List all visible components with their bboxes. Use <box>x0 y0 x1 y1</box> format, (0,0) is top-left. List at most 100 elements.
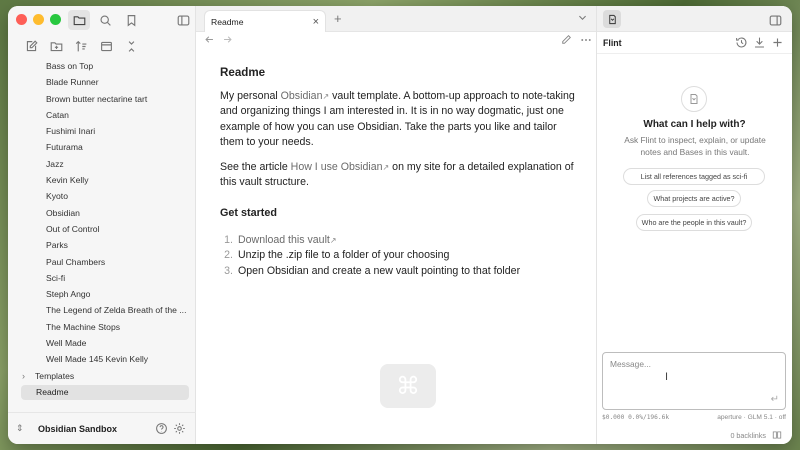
bookmark-icon <box>127 14 135 27</box>
plus-icon <box>772 38 782 47</box>
command-palette-button[interactable]: ⌘ <box>380 364 436 408</box>
more-options-icon[interactable] <box>580 34 592 49</box>
file-item[interactable]: Paul Chambers <box>8 254 196 270</box>
file-item[interactable]: The Legend of Zelda Breath of the ... <box>8 302 196 318</box>
flint-header: Flint <box>597 32 792 54</box>
file-item[interactable]: Blade Runner <box>8 74 196 90</box>
file-item[interactable]: Out of Control <box>8 221 196 237</box>
settings-button[interactable] <box>170 419 188 439</box>
toggle-left-sidebar-button[interactable] <box>172 10 194 30</box>
paragraph-article: See the article How I use Obsidian↗ on m… <box>220 160 576 191</box>
folder-templates[interactable]: › Templates <box>8 368 196 384</box>
list-text: Unzip the .zip file to a folder of your … <box>238 249 450 262</box>
new-note-button[interactable] <box>20 36 42 56</box>
steps-list: 1. Download this vault↗ 2. Unzip the .zi… <box>220 233 576 280</box>
auto-reveal-button[interactable] <box>95 36 117 56</box>
history-button[interactable] <box>732 33 750 53</box>
close-window-button[interactable] <box>16 14 27 25</box>
list-item: 2. Unzip the .zip file to a folder of yo… <box>220 248 576 264</box>
file-item[interactable]: Well Made 145 Kevin Kelly <box>8 351 196 367</box>
new-chat-button[interactable] <box>768 33 786 53</box>
left-sidebar: Bass on Top Blade Runner Brown butter ne… <box>8 6 196 444</box>
vault-footer: ⇕ Obsidian Sandbox <box>8 412 196 444</box>
list-item: 1. Download this vault↗ <box>220 233 576 249</box>
message-input[interactable]: Message... I ↵ <box>602 352 786 410</box>
vault-switcher-icon[interactable]: ⇕ <box>16 423 32 434</box>
flint-logo-icon <box>681 86 707 112</box>
sidebar-toggle-icon <box>769 14 781 26</box>
vault-name[interactable]: Obsidian Sandbox <box>32 424 152 434</box>
token-cost: $0.000 0.0%/196.6k <box>602 414 670 421</box>
editor-area: Readme × + Readme My personal Obsidian↗ … <box>196 6 596 444</box>
file-item[interactable]: Catan <box>8 107 196 123</box>
history-icon <box>735 37 746 48</box>
collapse-all-button[interactable] <box>120 36 142 56</box>
file-item[interactable]: Well Made <box>8 335 196 351</box>
sort-button[interactable] <box>70 36 92 56</box>
back-arrow-icon[interactable] <box>204 34 215 48</box>
zoom-window-button[interactable] <box>50 14 61 25</box>
obsidian-link[interactable]: Obsidian <box>281 90 323 102</box>
download-icon <box>754 37 764 48</box>
article-link[interactable]: How I use Obsidian <box>291 161 383 173</box>
backlinks-count[interactable]: 0 backlinks <box>730 431 766 440</box>
download-vault-link[interactable]: Download this vault <box>238 234 330 246</box>
right-sidebar: Flint What can I help with? Ask Flint to… <box>596 6 792 444</box>
edit-mode-icon[interactable] <box>561 34 572 48</box>
bookmarks-tab-button[interactable] <box>120 10 142 30</box>
file-item[interactable]: Steph Ango <box>8 286 196 302</box>
tab-bar: Readme × + <box>196 6 596 32</box>
help-button[interactable] <box>152 419 170 439</box>
file-item[interactable]: Obsidian <box>8 205 196 221</box>
external-link-icon: ↗ <box>329 235 337 245</box>
app-window: Bass on Top Blade Runner Brown butter ne… <box>8 6 792 444</box>
window-controls <box>16 14 61 25</box>
flint-tab-icon[interactable] <box>603 10 621 28</box>
file-item[interactable]: The Machine Stops <box>8 319 196 335</box>
new-tab-button[interactable]: + <box>334 11 342 26</box>
minimize-window-button[interactable] <box>33 14 44 25</box>
file-item[interactable]: Futurama <box>8 139 196 155</box>
tab-readme[interactable]: Readme × <box>204 10 326 32</box>
model-selector[interactable]: aperture · GLM 5.1 · off <box>717 414 786 421</box>
section-heading: Get started <box>220 206 277 219</box>
file-item[interactable]: Fushimi Inari <box>8 123 196 139</box>
download-button[interactable] <box>750 33 768 53</box>
chevron-down-icon[interactable] <box>577 12 588 26</box>
help-subtitle: Ask Flint to inspect, explain, or update… <box>624 135 766 157</box>
forward-arrow-icon[interactable] <box>222 34 233 48</box>
new-folder-button[interactable] <box>45 36 67 56</box>
list-text: Open Obsidian and create a new vault poi… <box>238 264 521 277</box>
new-note-icon <box>26 39 38 51</box>
file-item[interactable]: Bass on Top <box>8 58 196 74</box>
suggestion-chip[interactable]: List all references tagged as sci-fi <box>623 168 765 185</box>
right-tab-bar <box>597 6 792 32</box>
suggestion-chip[interactable]: Who are the people in this vault? <box>636 214 752 231</box>
file-item[interactable]: Kyoto <box>8 188 196 204</box>
sidebar-toggle-icon <box>177 14 189 26</box>
suggestion-chip[interactable]: What projects are active? <box>647 190 741 207</box>
status-line: $0.000 0.0%/196.6k aperture · GLM 5.1 · … <box>602 414 786 421</box>
new-folder-icon <box>50 41 62 51</box>
close-tab-icon[interactable]: × <box>313 16 319 28</box>
text-cursor-icon: I <box>665 371 669 383</box>
book-icon[interactable] <box>772 430 782 440</box>
files-tab-button[interactable] <box>68 10 90 30</box>
file-item[interactable]: Parks <box>8 237 196 253</box>
file-item[interactable]: Brown butter nectarine tart <box>8 91 196 107</box>
file-item[interactable]: Kevin Kelly <box>8 172 196 188</box>
status-bar: 0 backlinks <box>730 430 782 440</box>
file-item[interactable]: Sci-fi <box>8 270 196 286</box>
search-icon <box>99 14 111 26</box>
folder-label: Templates <box>35 370 75 381</box>
reveal-icon <box>100 41 112 51</box>
list-number: 3. <box>224 264 233 277</box>
list-item: 3. Open Obsidian and create a new vault … <box>220 264 576 280</box>
help-icon <box>155 423 167 434</box>
search-tab-button[interactable] <box>94 10 116 30</box>
file-item-active[interactable]: Readme <box>21 384 189 400</box>
send-icon[interactable]: ↵ <box>771 394 779 405</box>
toggle-right-sidebar-button[interactable] <box>764 10 786 30</box>
file-item[interactable]: Jazz <box>8 156 196 172</box>
file-explorer-actions <box>20 36 142 56</box>
